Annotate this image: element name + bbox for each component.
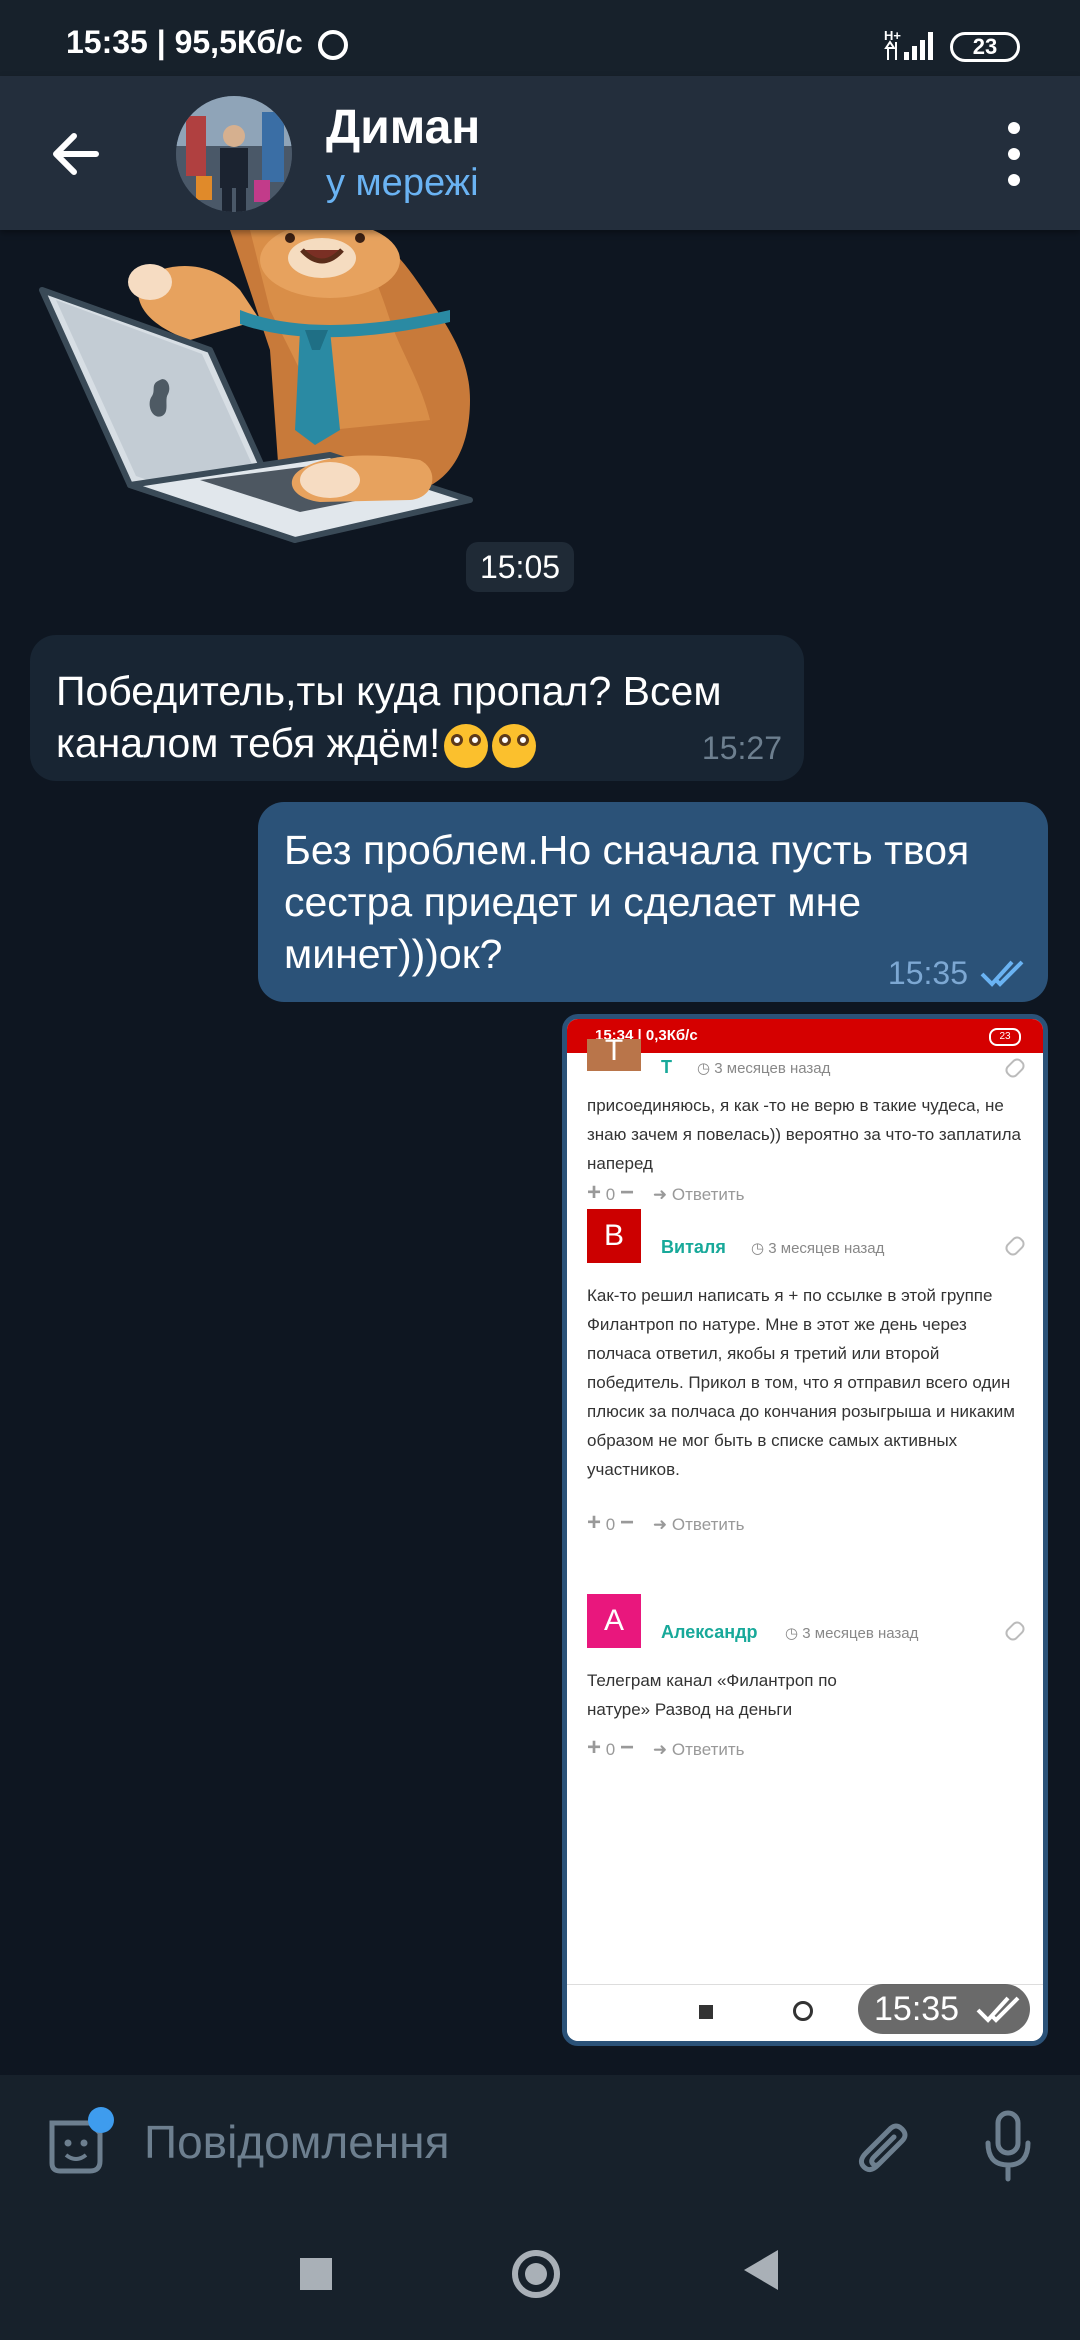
flushed-emoji-icon: [492, 724, 537, 769]
message-time: 15:35: [887, 955, 968, 991]
reply-arrow-icon: ➜: [652, 1740, 668, 1759]
status-bar: 15:35 | 95,5Кб/с H+ 23: [0, 0, 1080, 76]
comment-actions: + 0 − ➜ Ответить: [587, 1179, 745, 1207]
chat-area[interactable]: 15:05 Победитель,ты куда пропал? Всем ка…: [0, 230, 1080, 2075]
comment-date: ◷ 3 месяцев назад: [785, 1625, 919, 1642]
comment-actions: + 0 − ➜ Ответить: [587, 1509, 745, 1537]
downvote-icon[interactable]: −: [620, 1509, 634, 1536]
comment-date: ◷ 3 месяцев назад: [751, 1240, 885, 1257]
comment-date: ◷ 3 месяцев назад: [697, 1060, 831, 1077]
sticker-image[interactable]: [30, 230, 590, 560]
signal-icon: H+: [884, 28, 933, 60]
contact-avatar[interactable]: [176, 96, 292, 212]
incoming-message[interactable]: Победитель,ты куда пропал? Всем каналом …: [30, 635, 804, 781]
vote-count: 0: [605, 1185, 616, 1204]
reply-button[interactable]: Ответить: [672, 1515, 745, 1534]
chat-header: Диман у мережі: [0, 76, 1080, 230]
contact-name[interactable]: Диман: [326, 100, 480, 155]
reply-arrow-icon: ➜: [652, 1515, 668, 1534]
network-type-label: H+: [884, 28, 901, 43]
upvote-icon[interactable]: +: [587, 1734, 601, 1761]
link-icon[interactable]: [1002, 1233, 1028, 1259]
upvote-icon[interactable]: +: [587, 1509, 601, 1536]
comment-avatar: Т: [587, 1036, 641, 1071]
embedded-home-icon: [793, 2001, 813, 2021]
system-back-button[interactable]: [744, 2250, 778, 2290]
back-arrow-icon[interactable]: [44, 122, 108, 186]
recents-button[interactable]: [300, 2258, 332, 2290]
comment-text: присоединяюсь, я как -то не верю в такие…: [587, 1096, 1021, 1173]
downvote-icon[interactable]: −: [620, 1179, 634, 1206]
vote-count: 0: [605, 1515, 616, 1534]
reply-arrow-icon: ➜: [652, 1185, 668, 1204]
flushed-emoji-icon: [444, 724, 489, 769]
message-input-bar: Повідомлення: [0, 2075, 1080, 2210]
reply-button[interactable]: Ответить: [672, 1740, 745, 1759]
upvote-icon[interactable]: +: [587, 1179, 601, 1206]
link-icon[interactable]: [1002, 1618, 1028, 1644]
reply-button[interactable]: Ответить: [672, 1185, 745, 1204]
notification-dot: [88, 2107, 114, 2133]
read-checkmarks-icon: [976, 1996, 1020, 2023]
comment-avatar: В: [587, 1209, 641, 1263]
comment-text: Телеграм канал «Филантроп по натуре» Раз…: [587, 1671, 837, 1719]
downvote-icon[interactable]: −: [620, 1734, 634, 1761]
microphone-icon[interactable]: [980, 2109, 1036, 2183]
home-button[interactable]: [512, 2250, 560, 2298]
comment-text: Как-то решил написать я + по ссылке в эт…: [587, 1286, 1015, 1479]
contact-status: у мережі: [326, 162, 479, 204]
comment-author[interactable]: Виталя: [661, 1237, 726, 1258]
comment-actions: + 0 − ➜ Ответить: [587, 1734, 745, 1762]
sticker-timestamp: 15:05: [466, 542, 574, 592]
message-time: 15:27: [701, 730, 782, 766]
comment-author[interactable]: Т: [661, 1057, 672, 1078]
read-checkmarks-icon: [980, 960, 1024, 987]
attach-paperclip-icon[interactable]: [856, 2117, 912, 2179]
status-time: 15:35 | 95,5Кб/с: [66, 24, 303, 60]
embedded-recents-icon: [699, 2005, 713, 2019]
comment-avatar: А: [587, 1594, 641, 1648]
system-navigation-bar: [0, 2210, 1080, 2340]
alarm-icon: [318, 30, 348, 60]
message-text: Победитель,ты куда пропал? Всем каналом …: [56, 665, 796, 769]
outgoing-message[interactable]: Без проблем.Но сначала пусть твоя сестра…: [258, 802, 1048, 1002]
image-message[interactable]: 15:34 | 0,3Кб/с 23 Т Т ◷ 3 месяцев назад…: [562, 1014, 1048, 2046]
embedded-battery: 23: [989, 1028, 1021, 1046]
message-input[interactable]: Повідомлення: [144, 2115, 450, 2169]
more-options-icon[interactable]: [1000, 118, 1030, 190]
link-icon[interactable]: [1002, 1055, 1028, 1081]
battery-indicator: 23: [950, 32, 1020, 62]
vote-count: 0: [605, 1740, 616, 1759]
image-message-time: 15:35: [858, 1984, 1030, 2034]
comment-author[interactable]: Александр: [661, 1622, 758, 1643]
